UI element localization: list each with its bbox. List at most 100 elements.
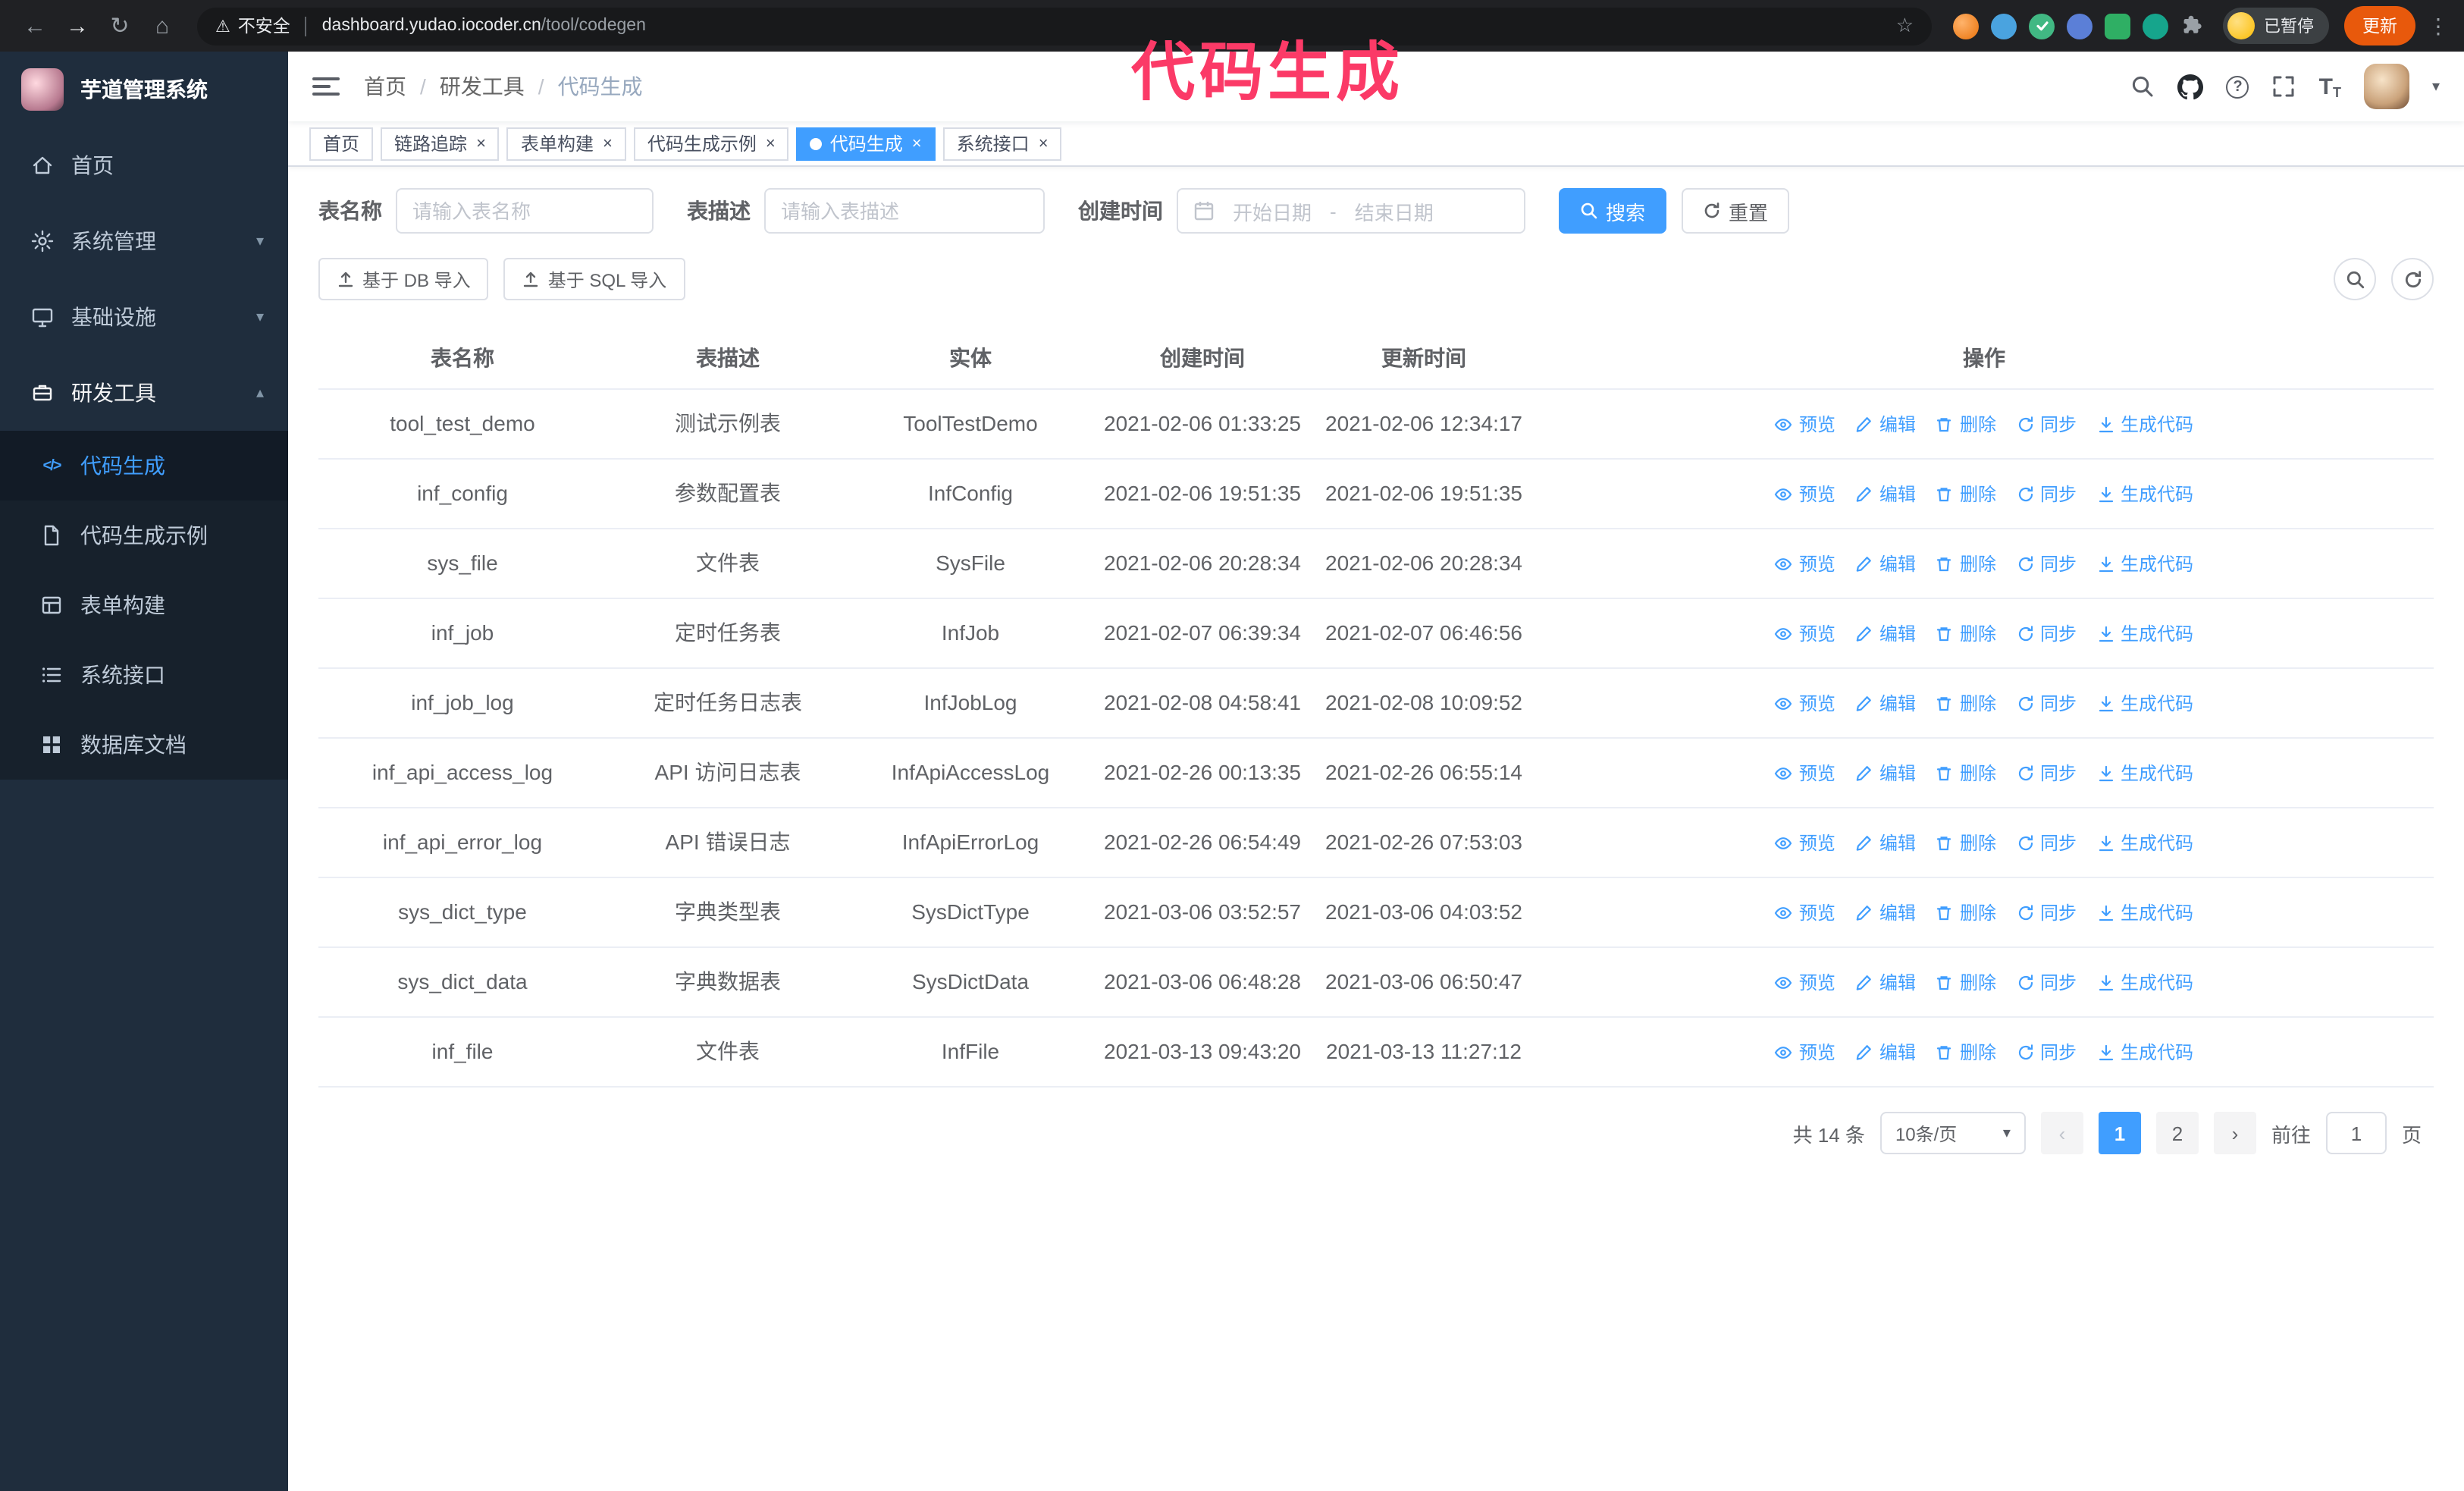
browser-profile-chip[interactable]: 已暂停 (2223, 8, 2329, 44)
generate-code-action[interactable]: 生成代码 (2096, 620, 2193, 647)
fullscreen-icon[interactable] (2272, 74, 2296, 99)
sync-action[interactable]: 同步 (2016, 550, 2077, 577)
tab-system-api[interactable]: 系统接口 × (942, 127, 1062, 160)
preview-action[interactable]: 预览 (1775, 829, 1835, 856)
edit-action[interactable]: 编辑 (1855, 480, 1916, 507)
import-db-button[interactable]: 基于 DB 导入 (318, 258, 489, 300)
close-icon[interactable]: × (603, 134, 613, 152)
sync-action[interactable]: 同步 (2016, 968, 2077, 996)
browser-back-button[interactable]: ← (15, 6, 55, 46)
browser-update-button[interactable]: 更新 (2344, 6, 2415, 46)
sidebar-item-form-builder[interactable]: 表单构建 (0, 570, 288, 640)
preview-action[interactable]: 预览 (1775, 899, 1835, 926)
preview-action[interactable]: 预览 (1775, 759, 1835, 786)
generate-code-action[interactable]: 生成代码 (2096, 759, 2193, 786)
github-icon[interactable] (2177, 74, 2204, 99)
edit-action[interactable]: 编辑 (1855, 620, 1916, 647)
preview-action[interactable]: 预览 (1775, 1038, 1835, 1066)
edit-action[interactable]: 编辑 (1855, 899, 1916, 926)
delete-action[interactable]: 删除 (1936, 620, 1996, 647)
search-button[interactable]: 搜索 (1559, 188, 1667, 234)
chevron-down-icon[interactable]: ▾ (2432, 78, 2440, 95)
preview-action[interactable]: 预览 (1775, 550, 1835, 577)
generate-code-action[interactable]: 生成代码 (2096, 899, 2193, 926)
generate-code-action[interactable]: 生成代码 (2096, 550, 2193, 577)
sync-action[interactable]: 同步 (2016, 480, 2077, 507)
generate-code-action[interactable]: 生成代码 (2096, 829, 2193, 856)
tab-trace[interactable]: 链路追踪 × (381, 127, 500, 160)
edit-action[interactable]: 编辑 (1855, 1038, 1916, 1066)
browser-menu-icon[interactable]: ⋮ (2428, 13, 2449, 39)
user-avatar[interactable] (2363, 64, 2409, 109)
delete-action[interactable]: 删除 (1936, 689, 1996, 717)
delete-action[interactable]: 删除 (1936, 550, 1996, 577)
address-bar[interactable]: ⚠ 不安全 dashboard.yudao.iocoder.cn/tool/co… (197, 7, 1932, 45)
delete-action[interactable]: 删除 (1936, 410, 1996, 438)
sync-action[interactable]: 同步 (2016, 829, 2077, 856)
extension-icon[interactable] (1991, 13, 2017, 39)
prev-page-button[interactable]: ‹ (2040, 1112, 2083, 1154)
create-time-range-picker[interactable]: 开始日期 - 结束日期 (1177, 188, 1525, 234)
search-icon[interactable] (2131, 74, 2155, 99)
edit-action[interactable]: 编辑 (1855, 968, 1916, 996)
edit-action[interactable]: 编辑 (1855, 410, 1916, 438)
help-icon[interactable]: ? (2226, 75, 2249, 98)
refresh-button[interactable] (2391, 258, 2434, 300)
close-icon[interactable]: × (476, 134, 486, 152)
close-icon[interactable]: × (912, 134, 922, 152)
reset-button[interactable]: 重置 (1682, 188, 1790, 234)
edit-action[interactable]: 编辑 (1855, 759, 1916, 786)
tab-codegen[interactable]: 代码生成 × (796, 127, 936, 160)
extension-icon[interactable] (2029, 13, 2055, 39)
page-button-2[interactable]: 2 (2155, 1112, 2199, 1154)
generate-code-action[interactable]: 生成代码 (2096, 689, 2193, 717)
generate-code-action[interactable]: 生成代码 (2096, 1038, 2193, 1066)
hamburger-icon[interactable] (312, 77, 340, 96)
browser-reload-button[interactable]: ↻ (100, 6, 140, 46)
toggle-search-button[interactable] (2334, 258, 2376, 300)
delete-action[interactable]: 删除 (1936, 829, 1996, 856)
tab-home[interactable]: 首页 (309, 127, 374, 160)
close-icon[interactable]: × (766, 134, 776, 152)
sync-action[interactable]: 同步 (2016, 899, 2077, 926)
breadcrumb-devtools[interactable]: 研发工具 (440, 71, 525, 102)
edit-action[interactable]: 编辑 (1855, 829, 1916, 856)
breadcrumb-home[interactable]: 首页 (364, 71, 406, 102)
sidebar-item-home[interactable]: 首页 (0, 127, 288, 203)
generate-code-action[interactable]: 生成代码 (2096, 410, 2193, 438)
sync-action[interactable]: 同步 (2016, 410, 2077, 438)
browser-forward-button[interactable]: → (58, 6, 97, 46)
sidebar-item-db-docs[interactable]: 数据库文档 (0, 710, 288, 780)
preview-action[interactable]: 预览 (1775, 410, 1835, 438)
sidebar-item-codegen[interactable]: </> 代码生成 (0, 431, 288, 501)
sync-action[interactable]: 同步 (2016, 759, 2077, 786)
extensions-puzzle-icon[interactable] (2180, 14, 2205, 38)
preview-action[interactable]: 预览 (1775, 620, 1835, 647)
sidebar-item-infra[interactable]: 基础设施 ▾ (0, 279, 288, 355)
page-size-select[interactable]: 10条/页 ▾ (1879, 1112, 2026, 1154)
extension-icon[interactable] (1953, 13, 1979, 39)
sync-action[interactable]: 同步 (2016, 620, 2077, 647)
sidebar-item-devtools[interactable]: 研发工具 ▴ (0, 355, 288, 431)
preview-action[interactable]: 预览 (1775, 968, 1835, 996)
sidebar-item-codegen-example[interactable]: 代码生成示例 (0, 501, 288, 570)
generate-code-action[interactable]: 生成代码 (2096, 968, 2193, 996)
close-icon[interactable]: × (1039, 134, 1049, 152)
extension-icon[interactable] (2067, 13, 2093, 39)
generate-code-action[interactable]: 生成代码 (2096, 480, 2193, 507)
preview-action[interactable]: 预览 (1775, 689, 1835, 717)
goto-page-input[interactable] (2325, 1112, 2387, 1154)
delete-action[interactable]: 删除 (1936, 968, 1996, 996)
page-button-1[interactable]: 1 (2098, 1112, 2141, 1154)
preview-action[interactable]: 预览 (1775, 480, 1835, 507)
delete-action[interactable]: 删除 (1936, 899, 1996, 926)
delete-action[interactable]: 删除 (1936, 480, 1996, 507)
font-size-icon[interactable]: TT (2319, 74, 2341, 99)
edit-action[interactable]: 编辑 (1855, 689, 1916, 717)
browser-home-button[interactable]: ⌂ (143, 6, 182, 46)
delete-action[interactable]: 删除 (1936, 759, 1996, 786)
sync-action[interactable]: 同步 (2016, 1038, 2077, 1066)
next-page-button[interactable]: › (2213, 1112, 2256, 1154)
table-desc-input[interactable] (764, 188, 1045, 234)
table-name-input[interactable] (396, 188, 654, 234)
